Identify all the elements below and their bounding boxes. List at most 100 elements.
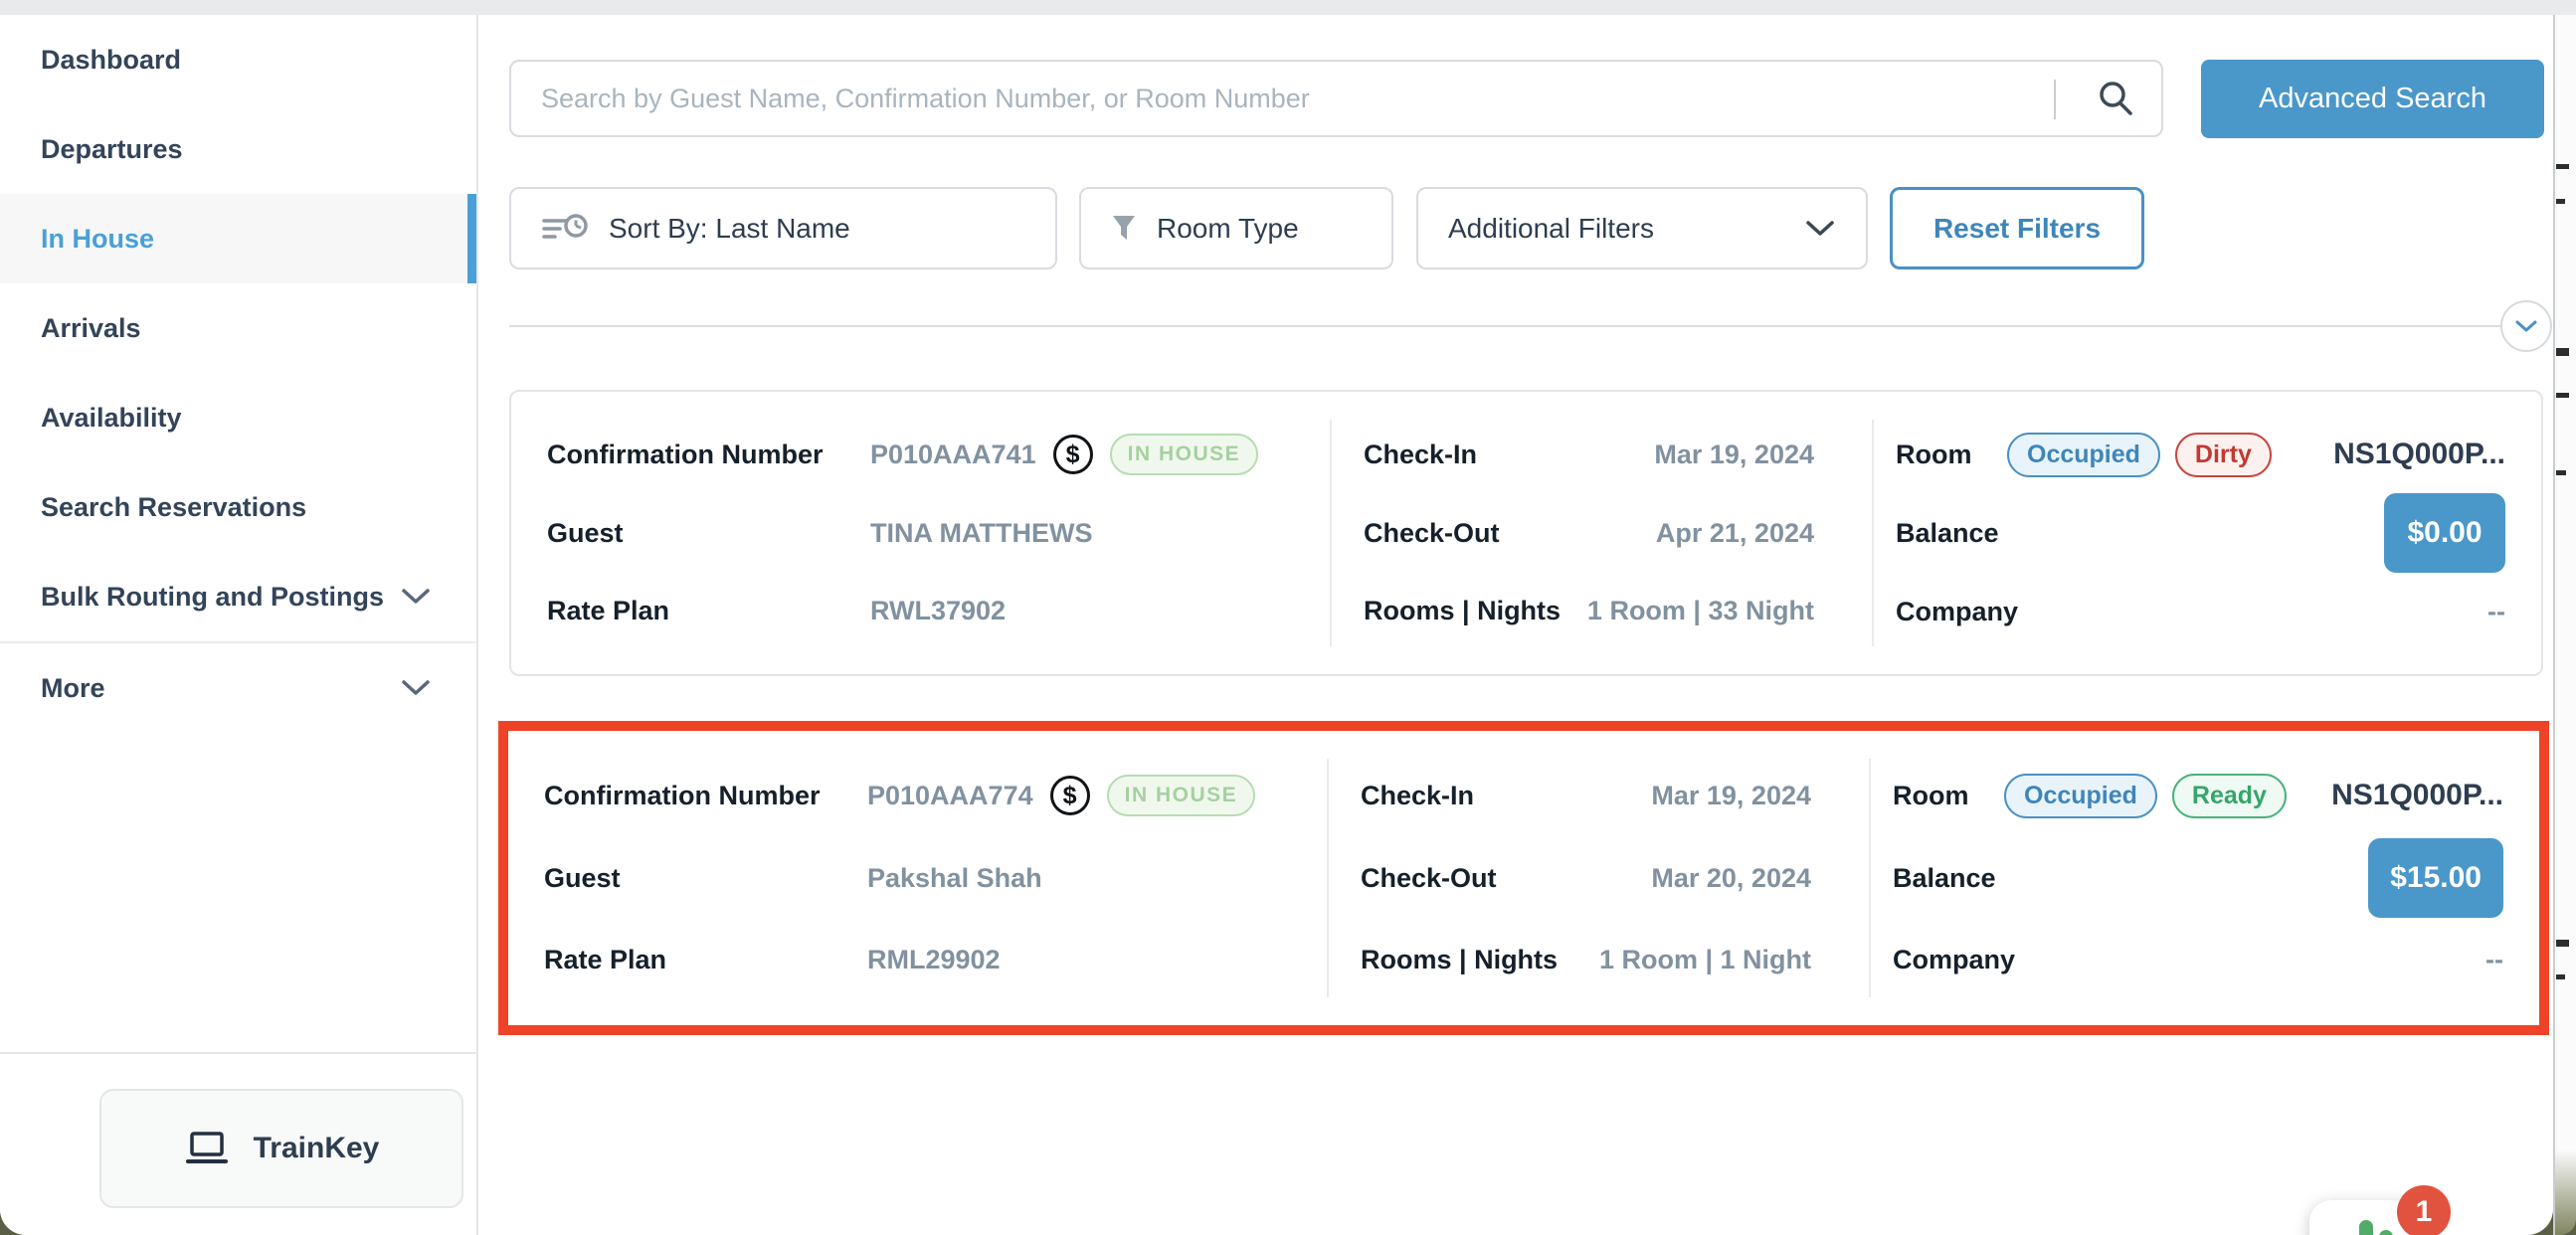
rate-plan-label: Rate Plan <box>544 945 867 975</box>
sidebar-item-in-house[interactable]: In House <box>0 194 476 283</box>
guest-label: Guest <box>547 518 870 549</box>
sidebar-item-label: Arrivals <box>41 313 141 344</box>
reservation-dates-column: Check-In Mar 19, 2024 Check-Out Apr 21, … <box>1332 392 1872 674</box>
payment-dollar-icon[interactable]: $ <box>1050 776 1090 815</box>
status-badge: IN HOUSE <box>1107 775 1256 816</box>
collapse-chevron-button[interactable] <box>2500 300 2552 352</box>
sidebar-nav: Dashboard Departures In House Arrivals A… <box>0 15 476 733</box>
room-number: NS1Q000P... <box>2333 438 2505 471</box>
sidebar-item-label: Bulk Routing and Postings <box>41 582 384 613</box>
reservation-room-column: Room Occupied Ready NS1Q000P... Balance … <box>1871 731 2539 1025</box>
balance-label: Balance <box>1896 518 1999 549</box>
check-out-value: Apr 21, 2024 <box>1656 518 1814 549</box>
highlight-red-outline: Confirmation Number P010AAA774 $ IN HOUS… <box>498 721 2549 1035</box>
occupancy-status-pill: Occupied <box>2004 774 2157 818</box>
chevron-down-icon <box>2514 319 2538 334</box>
check-out-label: Check-Out <box>1364 518 1500 549</box>
adjacent-window-sliver <box>2553 15 2576 1235</box>
room-number: NS1Q000P... <box>2331 779 2503 812</box>
check-out-label: Check-Out <box>1361 863 1497 894</box>
trainkey-button[interactable]: TrainKey <box>99 1089 463 1208</box>
sidebar-item-label: Dashboard <box>41 45 181 76</box>
balance-button[interactable]: $0.00 <box>2384 493 2505 573</box>
confirmation-value: P010AAA774 <box>867 781 1033 811</box>
filter-funnel-icon <box>1111 214 1137 244</box>
balance-label: Balance <box>1893 863 1996 894</box>
sidebar-item-label: In House <box>41 224 154 255</box>
check-in-label: Check-In <box>1364 440 1477 470</box>
room-type-label: Room Type <box>1157 213 1299 245</box>
check-in-value: Mar 19, 2024 <box>1651 781 1811 811</box>
guest-value: TINA MATTHEWS <box>870 518 1092 549</box>
rate-plan-value: RWL37902 <box>870 596 1006 626</box>
payment-dollar-icon[interactable]: $ <box>1053 435 1093 474</box>
status-badge: IN HOUSE <box>1110 434 1259 475</box>
reservation-card[interactable]: Confirmation Number P010AAA774 $ IN HOUS… <box>508 731 2539 1025</box>
trainkey-label: TrainKey <box>254 1132 380 1165</box>
sort-by-dropdown[interactable]: Sort By: Last Name <box>509 187 1057 269</box>
room-label: Room <box>1893 781 2004 811</box>
company-value: -- <box>2485 945 2503 975</box>
rooms-nights-label: Rooms | Nights <box>1361 945 1558 975</box>
sort-by-label: Sort By: Last Name <box>609 213 850 245</box>
reset-filters-button[interactable]: Reset Filters <box>1890 187 2144 269</box>
reservation-card[interactable]: Confirmation Number P010AAA741 $ IN HOUS… <box>509 390 2543 676</box>
check-in-label: Check-In <box>1361 781 1474 811</box>
search-icon[interactable] <box>2096 79 2135 118</box>
chevron-down-icon <box>401 679 431 697</box>
sidebar-item-dashboard[interactable]: Dashboard <box>0 15 476 104</box>
rate-plan-value: RML29902 <box>867 945 1001 975</box>
company-label: Company <box>1896 597 2018 627</box>
app-window: Dashboard Departures In House Arrivals A… <box>0 15 2553 1235</box>
chat-icon <box>2329 1214 2401 1235</box>
laptop-icon <box>184 1130 230 1167</box>
rooms-nights-value: 1 Room | 1 Night <box>1599 945 1811 975</box>
occupancy-status-pill: Occupied <box>2007 433 2160 477</box>
sidebar-item-more[interactable]: More <box>0 643 476 733</box>
reservation-dates-column: Check-In Mar 19, 2024 Check-Out Mar 20, … <box>1329 731 1869 1025</box>
chat-notification-badge: 1 <box>2397 1185 2451 1235</box>
sidebar-item-bulk-routing-and-postings[interactable]: Bulk Routing and Postings <box>0 552 476 641</box>
housekeeping-status-pill: Ready <box>2172 774 2287 818</box>
sidebar-item-availability[interactable]: Availability <box>0 373 476 462</box>
confirmation-label: Confirmation Number <box>544 781 867 811</box>
rooms-nights-label: Rooms | Nights <box>1364 596 1561 626</box>
sidebar-item-label: Search Reservations <box>41 492 306 523</box>
window-top-strip <box>0 0 2576 15</box>
sidebar-item-label: Departures <box>41 134 183 165</box>
room-type-dropdown[interactable]: Room Type <box>1079 187 1393 269</box>
sidebar-item-arrivals[interactable]: Arrivals <box>0 283 476 373</box>
advanced-search-button[interactable]: Advanced Search <box>2201 60 2544 138</box>
sidebar-footer-divider <box>0 1052 476 1054</box>
sidebar-item-departures[interactable]: Departures <box>0 104 476 194</box>
reservation-identity-column: Confirmation Number P010AAA741 $ IN HOUS… <box>511 392 1330 674</box>
additional-filters-label: Additional Filters <box>1448 213 1654 245</box>
company-label: Company <box>1893 945 2015 975</box>
search-separator <box>2054 80 2056 119</box>
screen: Dashboard Departures In House Arrivals A… <box>0 0 2576 1235</box>
check-in-value: Mar 19, 2024 <box>1654 440 1814 470</box>
sidebar-item-label: More <box>41 673 105 704</box>
additional-filters-dropdown[interactable]: Additional Filters <box>1416 187 1868 269</box>
guest-value: Pakshal Shah <box>867 863 1042 894</box>
housekeeping-status-pill: Dirty <box>2175 433 2272 477</box>
rate-plan-label: Rate Plan <box>547 596 870 626</box>
results-divider <box>509 325 2502 327</box>
guest-label: Guest <box>544 863 867 894</box>
reservation-room-column: Room Occupied Dirty NS1Q000P... Balance … <box>1874 392 2541 674</box>
search-input[interactable] <box>511 62 2161 135</box>
sidebar-item-search-reservations[interactable]: Search Reservations <box>0 462 476 552</box>
rooms-nights-value: 1 Room | 33 Night <box>1587 596 1814 626</box>
check-out-value: Mar 20, 2024 <box>1651 863 1811 894</box>
company-value: -- <box>2487 597 2505 627</box>
sidebar-item-label: Availability <box>41 403 182 434</box>
sort-icon <box>541 213 589 245</box>
chevron-down-icon <box>401 588 431 606</box>
balance-button[interactable]: $15.00 <box>2368 838 2503 918</box>
confirmation-label: Confirmation Number <box>547 440 870 470</box>
reservation-identity-column: Confirmation Number P010AAA774 $ IN HOUS… <box>508 731 1327 1025</box>
room-label: Room <box>1896 440 2007 470</box>
sidebar: Dashboard Departures In House Arrivals A… <box>0 15 478 1235</box>
confirmation-value: P010AAA741 <box>870 440 1036 470</box>
chevron-down-icon <box>1804 219 1836 239</box>
